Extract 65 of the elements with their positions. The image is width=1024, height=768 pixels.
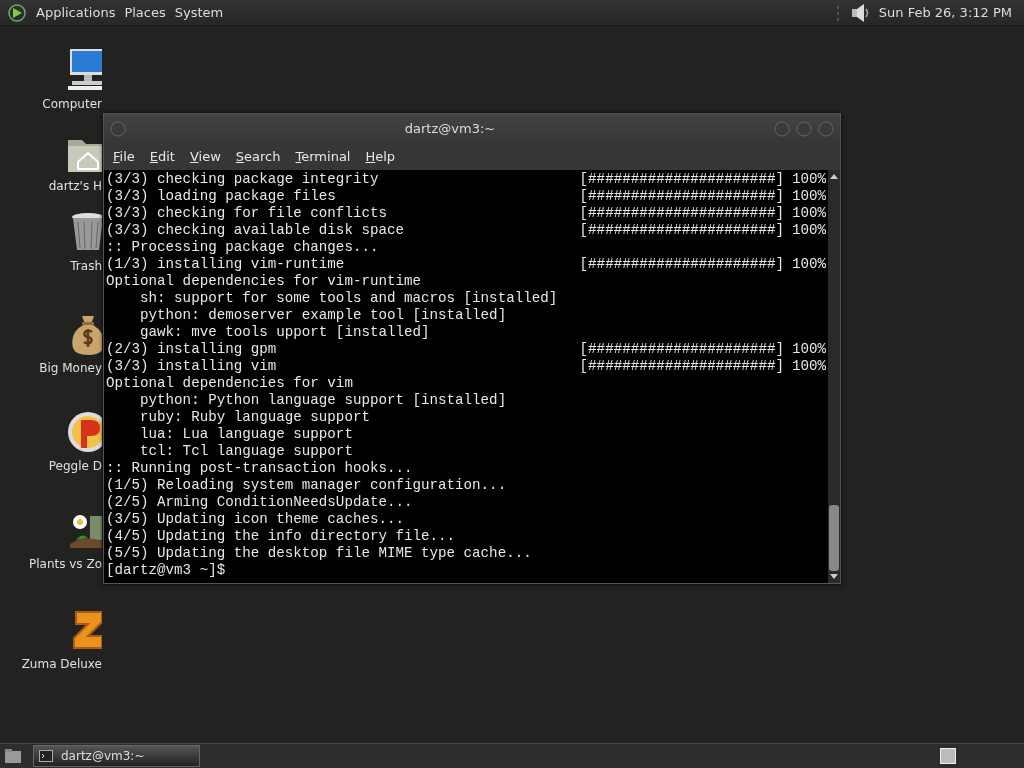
terminal-line: (3/5) Updating icon theme caches... (106, 511, 405, 528)
terminal-line: (1/5) Reloading system manager configuration... (106, 477, 508, 494)
progress-bar-text: [######################] (579, 171, 784, 188)
icon-label[interactable]: Trash (70, 259, 102, 273)
percent-text: 100% (791, 188, 826, 205)
play-logo-icon[interactable] (7, 2, 27, 23)
progress-bar-text: [######################] (579, 205, 784, 222)
panel-menu[interactable]: Applications (36, 5, 116, 20)
terminal-icon (39, 750, 53, 762)
percent-text: 100% (791, 222, 826, 239)
terminal-line: (3/3) checking package integrity (106, 171, 380, 188)
terminal-line: sh: support for some tools and macros [installed] (139, 290, 559, 307)
percent-text: 100% (791, 358, 826, 375)
percent-text: 100% (791, 171, 826, 188)
terminal-line: (3/3) loading package files (106, 188, 337, 205)
taskbar-button[interactable]: dartz@vm3:~ (33, 745, 200, 767)
scrollbar[interactable] (828, 170, 840, 583)
scroll-up-icon (829, 172, 839, 180)
icon-label[interactable]: Peggle D (48, 459, 102, 473)
percent-text: 100% (791, 256, 826, 273)
terminal-line: python: Python language support [installed] (139, 392, 508, 409)
progress-bar-text: [######################] (579, 358, 784, 375)
terminal-line: [dartz@vm3 ~]$ (106, 562, 227, 579)
menu-item[interactable]: File (113, 149, 135, 164)
scroll-thumb[interactable] (829, 505, 839, 571)
terminal-line: lua: Lua language support (139, 426, 354, 443)
panel-menu[interactable]: Places (124, 5, 166, 20)
menu-item[interactable]: Terminal (295, 149, 351, 164)
percent-text: 100% (791, 341, 826, 358)
terminal-line: tcl: Tcl language support (139, 443, 354, 460)
menu-item[interactable]: Edit (149, 149, 175, 164)
terminal-line: (4/5) Updating the info directory file... (106, 528, 457, 545)
progress-bar-text: [######################] (579, 188, 784, 205)
icon-label[interactable]: Computer (42, 97, 102, 111)
terminal-line: :: Running post-transaction hooks... (106, 460, 414, 477)
terminal-line: Optional dependencies for vim-runtime (106, 273, 422, 290)
clock-text[interactable]: Sun Feb 26, 3:12 PM (878, 5, 1012, 20)
terminal-line: python: demoserver example tool [installed] (139, 307, 508, 324)
menu-item[interactable]: Search (235, 149, 281, 164)
terminal-line: (2/3) installing gpm (106, 341, 278, 358)
terminal-line: (3/3) installing vim (106, 358, 278, 375)
icon-label[interactable]: dartz's H (48, 179, 102, 193)
progress-bar-text: [######################] (579, 341, 784, 358)
menu-item[interactable]: Help (365, 149, 396, 164)
panel-menu[interactable]: System (174, 5, 224, 20)
terminal-line: (2/5) Arming ConditionNeedsUpdate... (106, 494, 414, 511)
percent-text: 100% (791, 205, 826, 222)
terminal-line: (3/3) checking available disk space (106, 222, 405, 239)
menu-item[interactable]: View (189, 149, 221, 164)
icon-label[interactable]: Zuma Deluxe (21, 657, 102, 671)
progress-bar-text: [######################] (579, 256, 784, 273)
terminal-line: gawk: mve tools upport [installed] (139, 324, 431, 341)
terminal-line: (5/5) Updating the desktop file MIME type cache... (106, 545, 533, 562)
workspace-switcher[interactable] (940, 748, 956, 764)
terminal-line: :: Processing package changes... (106, 239, 380, 256)
scroll-down-icon (829, 573, 839, 581)
progress-bar-text: [######################] (579, 222, 784, 239)
terminal-line: Optional dependencies for vim (106, 375, 354, 392)
terminal-line: (3/3) checking for file conflicts (106, 205, 388, 222)
window-title: dartz@vm3:~ (403, 121, 497, 136)
terminal-line: ruby: Ruby language support (139, 409, 371, 426)
terminal-line: (1/3) installing vim-runtime (106, 256, 346, 273)
icon-label[interactable]: Big Money (39, 361, 102, 375)
show-desktop-icon (3, 747, 23, 765)
icon-label[interactable]: Plants vs Zo (28, 557, 102, 571)
